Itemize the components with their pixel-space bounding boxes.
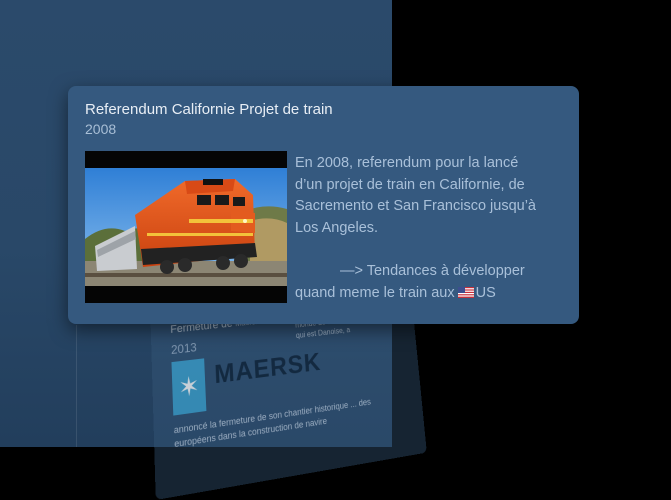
us-flag-icon <box>457 286 474 298</box>
maersk-star-logo-icon: ✶ <box>171 358 207 416</box>
background-card-body-text: annoncé la fermeture de son chantier his… <box>173 396 372 450</box>
description-line: Los Angeles. <box>295 219 379 236</box>
train-photo[interactable] <box>85 151 287 303</box>
timeline-line <box>76 325 77 447</box>
description-line-with-flag: quand meme le train aux US <box>295 284 496 301</box>
description-line: —> Tendances à développer <box>340 263 525 279</box>
maersk-logo-text: MAERSK <box>213 346 322 390</box>
train-photo-image <box>85 151 287 303</box>
event-card-title: Referendum Californie Projet de train <box>85 101 333 118</box>
description-line: d’un projet de train en Californie, de <box>295 176 525 193</box>
description-line: Sacremento et San Francisco jusqu’à <box>295 198 536 214</box>
description-line: En 2008, referendum pour la lancé <box>295 155 519 171</box>
event-card-description: En 2008, referendum pour la lancé d’un p… <box>295 153 575 304</box>
event-card-year: 2008 <box>85 121 117 137</box>
event-card[interactable]: Referendum Californie Projet de train 20… <box>68 86 579 324</box>
background-card-year: 2013 <box>170 340 197 358</box>
